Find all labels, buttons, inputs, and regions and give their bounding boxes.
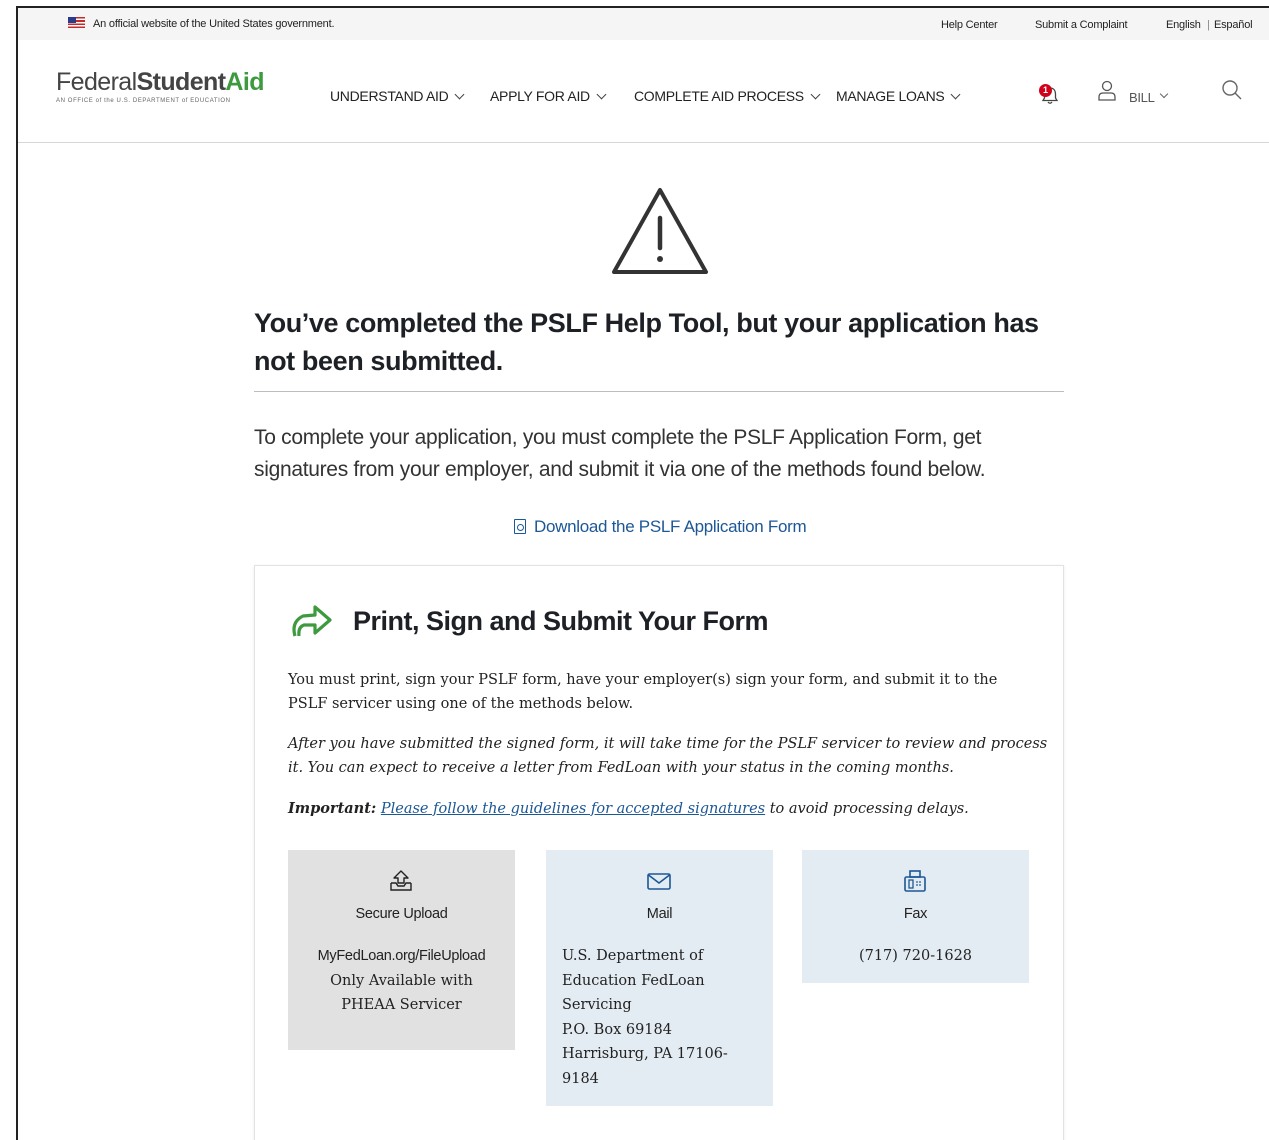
download-pslf-form-link[interactable]: Download the PSLF Application Form	[514, 517, 807, 537]
logo-wordmark: FederalStudentAid	[56, 68, 265, 96]
fax-number: (717) 720-1628	[858, 948, 973, 964]
language-separator: |	[1207, 19, 1210, 31]
submit-form-card: Print, Sign and Submit Your Form You mus…	[254, 565, 1064, 1140]
address-line: Education FedLoan	[562, 972, 705, 989]
address-line: U.S. Department of	[562, 948, 704, 964]
card-title: Print, Sign and Submit Your Form	[353, 606, 769, 636]
method-title: Fax	[903, 906, 928, 922]
us-flag-icon	[68, 17, 85, 28]
address-line: Servicing	[562, 997, 632, 1013]
address-line: P.O. Box 69184	[562, 1021, 672, 1038]
method-secure-upload: Secure Upload MyFedLoan.org/FileUpload O…	[288, 850, 515, 1050]
nav-complete-aid-process[interactable]: COMPLETE AID PROCESS	[634, 88, 821, 104]
method-title: Secure Upload	[355, 906, 448, 922]
logo-tagline: AN OFFICE of the U.S. DEPARTMENT of EDUC…	[56, 98, 231, 104]
user-icon[interactable]	[1097, 80, 1117, 102]
language-espanol-link[interactable]: Español	[1214, 19, 1253, 31]
browser-viewport: An official website of the United States…	[16, 6, 1269, 1140]
notification-badge: 1	[1039, 84, 1052, 97]
upload-icon	[390, 870, 412, 891]
site-header: FederalStudentAid AN OFFICE of the U.S. …	[18, 40, 1269, 143]
mail-icon	[647, 873, 671, 890]
upload-url: MyFedLoan.org/FileUpload	[317, 948, 486, 964]
card-processing-note: After you have submitted the signed form…	[288, 736, 1048, 776]
search-icon[interactable]	[1220, 78, 1244, 102]
signature-guidelines-link[interactable]: Please follow the guidelines for accepte…	[381, 801, 765, 817]
method-details: MyFedLoan.org/FileUpload Only Available …	[288, 944, 515, 1018]
language-english-link[interactable]: English	[1166, 19, 1201, 31]
chevron-down-icon	[455, 89, 465, 100]
gov-banner: An official website of the United States…	[18, 8, 1269, 40]
fsa-logo[interactable]: FederalStudentAid AN OFFICE of the U.S. …	[56, 68, 265, 104]
submit-complaint-link[interactable]: Submit a Complaint	[1035, 19, 1128, 31]
intro-paragraph: To complete your application, you must c…	[254, 426, 986, 481]
method-mail: Mail U.S. Department of Education FedLoa…	[546, 850, 773, 1106]
chevron-down-icon	[950, 89, 961, 100]
upload-note-line: Only Available with	[330, 972, 473, 989]
card-instructions: You must print, sign your PSLF form, hav…	[288, 672, 998, 712]
chevron-down-icon	[810, 89, 821, 100]
upload-note-line: PHEAA Servicer	[341, 997, 462, 1013]
nav-understand-aid[interactable]: UNDERSTAND AID	[330, 88, 465, 104]
chevron-down-icon	[596, 89, 607, 100]
nav-manage-loans[interactable]: MANAGE LOANS	[836, 88, 961, 104]
method-title: Mail	[646, 906, 673, 922]
address-line: Harrisburg, PA 17106-	[562, 1046, 728, 1062]
chevron-down-icon[interactable]	[1159, 89, 1169, 99]
nav-apply-for-aid[interactable]: APPLY FOR AID	[490, 88, 607, 104]
page-title: You’ve completed the PSLF Help Tool, but…	[254, 308, 1039, 376]
title-divider	[254, 391, 1064, 392]
fax-icon	[904, 870, 926, 892]
warning-icon	[612, 188, 708, 274]
share-arrow-icon	[292, 605, 332, 637]
help-center-link[interactable]: Help Center	[941, 19, 998, 31]
address-line: 9184	[562, 1070, 599, 1087]
pdf-file-icon	[514, 519, 526, 534]
gov-banner-text: An official website of the United States…	[93, 18, 335, 30]
method-fax: Fax (717) 720-1628	[802, 850, 1029, 983]
card-important-note: Important: Please follow the guidelines …	[288, 800, 969, 817]
user-menu-label[interactable]: BILL	[1129, 90, 1155, 105]
mail-address: U.S. Department of Education FedLoan Ser…	[562, 944, 762, 1091]
